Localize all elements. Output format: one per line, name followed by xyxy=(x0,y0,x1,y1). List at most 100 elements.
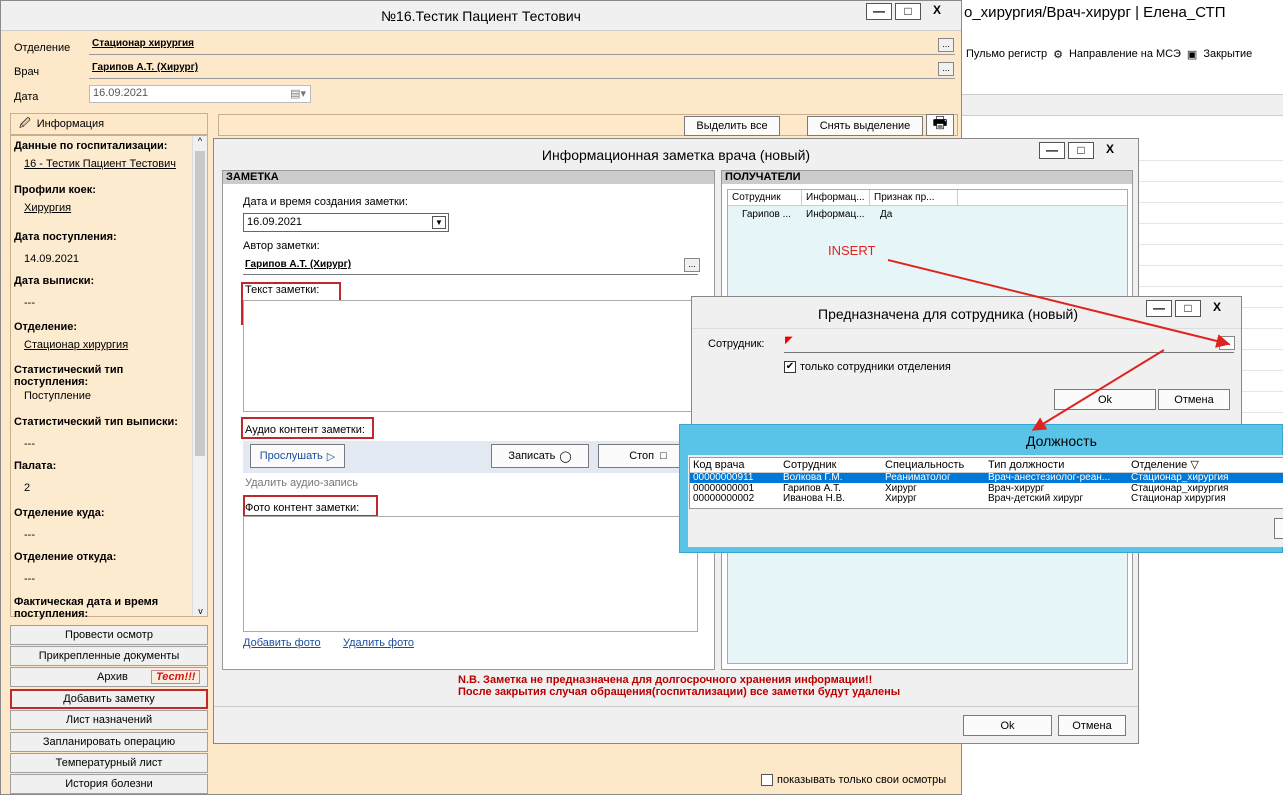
close-button[interactable]: X xyxy=(924,3,950,20)
stop-label: Стоп xyxy=(629,450,655,462)
bg-toolbar-close[interactable]: Закрытие xyxy=(1203,48,1252,60)
add-photo-link[interactable]: Добавить фото xyxy=(243,637,321,649)
scroll-thumb[interactable] xyxy=(195,151,205,456)
date-value: 16.09.2021 xyxy=(93,87,149,99)
nav-button-temperature[interactable]: Температурный лист xyxy=(10,753,208,773)
info-tab[interactable]: 🖉 Информация xyxy=(10,113,208,135)
only-dept-checkbox[interactable]: ✔ xyxy=(784,361,796,373)
row-department: Стационар_хирургия xyxy=(1131,483,1229,494)
info-section-value[interactable]: Хирургия xyxy=(24,202,71,214)
row-employee: Иванова Н.В. xyxy=(783,494,846,503)
info-section-value: 2 xyxy=(24,482,31,494)
employee-cancel-button[interactable]: Отмена xyxy=(1158,389,1230,410)
col-position-type[interactable]: Тип должности xyxy=(985,458,1128,472)
col-doctor-code[interactable]: Код врача xyxy=(690,458,780,472)
minimize-button[interactable]: — xyxy=(866,3,892,20)
doctor-ellipsis-button[interactable]: ... xyxy=(938,62,954,76)
deselect-button[interactable]: Снять выделение xyxy=(807,116,923,136)
info-section-heading: Фактическая дата и время поступления: xyxy=(14,596,159,620)
listen-button[interactable]: Прослушать ▷ xyxy=(250,444,345,468)
bg-toolbar-pulmo[interactable]: Пульмо регистр xyxy=(966,48,1047,60)
audio-label-highlight xyxy=(241,417,374,439)
col-employee[interactable]: Сотрудник xyxy=(780,458,882,472)
position-row[interactable]: 00000000002 Иванова Н.В. Хирург Врач-дет… xyxy=(690,494,1283,503)
note-textarea[interactable] xyxy=(243,300,698,412)
calendar-icon[interactable]: ▤▾ xyxy=(290,87,306,100)
position-partial-button[interactable] xyxy=(1274,518,1283,539)
maximize-button[interactable]: □ xyxy=(895,3,921,20)
date-dropdown-icon[interactable]: ▼ xyxy=(432,216,446,229)
recipients-col-flag[interactable]: Признак пр... xyxy=(870,190,958,205)
info-scrollbar[interactable]: ^ v xyxy=(192,136,207,616)
info-section-value: --- xyxy=(24,438,35,450)
info-section-value[interactable]: 16 - Тестик Пациент Тестович xyxy=(24,158,176,170)
row-department: Стационар_хирургия xyxy=(1131,472,1229,483)
nav-button-add-note[interactable]: Добавить заметку xyxy=(10,689,208,709)
nav-button-archive[interactable]: Архив Тест!!! xyxy=(10,667,208,687)
info-section-heading: Палата: xyxy=(14,460,57,472)
record-button[interactable]: Записать ◯ xyxy=(491,444,589,468)
info-section-heading: Дата поступления: xyxy=(14,231,117,243)
note-cancel-button[interactable]: Отмена xyxy=(1058,715,1126,736)
position-row[interactable]: 00000000911 Волкова Г.М. Реаниматолог Вр… xyxy=(690,472,1283,483)
employee-dialog: Предназначена для сотрудника (новый) — □… xyxy=(691,296,1242,425)
note-dialog-title-bar: Информационная заметка врача (новый) — □… xyxy=(214,139,1138,169)
own-exams-checkbox[interactable] xyxy=(761,774,773,786)
employee-minimize-button[interactable]: — xyxy=(1146,300,1172,317)
col-department-label: Отделение xyxy=(1131,459,1188,472)
nav-button-prescriptions[interactable]: Лист назначений xyxy=(10,710,208,730)
recipient-flag: Да xyxy=(880,209,893,220)
recipients-header-row: Сотрудник Информац... Признак пр... xyxy=(728,190,1127,206)
employee-input[interactable]: ◤ xyxy=(784,335,1234,353)
scroll-up-icon[interactable]: ^ xyxy=(193,136,207,146)
nav-button-history[interactable]: История болезни xyxy=(10,774,208,794)
department-field[interactable]: Стационар хирургия xyxy=(89,37,955,55)
photo-area[interactable] xyxy=(243,516,698,632)
scroll-down-icon[interactable]: v xyxy=(193,606,207,616)
delete-photo-link[interactable]: Удалить фото xyxy=(343,637,414,649)
print-icon[interactable]: 🖶 xyxy=(926,114,954,136)
employee-ellipsis-button[interactable]: ... xyxy=(1219,336,1235,350)
nav-button-documents[interactable]: Прикрепленные документы xyxy=(10,646,208,666)
row-employee: Гарипов А.Т. xyxy=(783,483,841,494)
department-ellipsis-button[interactable]: ... xyxy=(938,38,954,52)
note-maximize-button[interactable]: □ xyxy=(1068,142,1094,159)
record-icon: ◯ xyxy=(559,450,572,463)
author-field[interactable]: Гарипов А.Т. (Хирург) xyxy=(243,257,698,275)
recipients-col-employee[interactable]: Сотрудник xyxy=(728,190,802,205)
note-dialog-title: Информационная заметка врача (новый) xyxy=(541,147,811,163)
employee-close-button[interactable]: X xyxy=(1204,300,1230,317)
note-minimize-button[interactable]: — xyxy=(1039,142,1065,159)
date-field[interactable]: 16.09.2021 ▤▾ xyxy=(89,85,311,103)
author-ellipsis-button[interactable]: ... xyxy=(684,258,700,272)
note-close-button[interactable]: X xyxy=(1097,142,1123,159)
note-date-field[interactable]: 16.09.2021 ▼ xyxy=(243,213,449,232)
patient-title-bar: №16.Тестик Пациент Тестович — □ X xyxy=(1,1,961,31)
field-label-doctor: Врач xyxy=(14,66,40,78)
info-section-value[interactable]: Стационар хирургия xyxy=(24,339,128,351)
only-dept-row[interactable]: ✔ только сотрудники отделения xyxy=(784,361,951,373)
employee-ok-button[interactable]: Ok xyxy=(1054,389,1156,410)
recipients-row[interactable]: Гарипов ... Информац... Да xyxy=(728,207,1127,223)
mse-icon: ⚙ xyxy=(1053,48,1063,61)
stop-icon: □ xyxy=(660,450,667,462)
col-department[interactable]: Отделение ▽ xyxy=(1128,458,1283,472)
row-type: Врач-анестезиолог-реан... xyxy=(988,472,1111,483)
recipients-col-info[interactable]: Информац... xyxy=(802,190,870,205)
own-exams-checkbox-row[interactable]: показывать только свои осмотры xyxy=(761,774,946,786)
filter-icon[interactable]: ▽ xyxy=(1190,459,1198,471)
info-section-heading: Данные по госпитализации: xyxy=(14,140,168,152)
position-grid[interactable]: Код врача Сотрудник Специальность Тип до… xyxy=(689,457,1283,509)
doctor-field[interactable]: Гарипов А.Т. (Хирург) xyxy=(89,61,955,79)
position-row[interactable]: 00000000001 Гарипов А.Т. Хирург Врач-хир… xyxy=(690,483,1283,494)
select-all-button[interactable]: Выделить все xyxy=(684,116,780,136)
bg-toolbar-mse[interactable]: Направление на МСЭ xyxy=(1069,48,1181,60)
delete-audio-link[interactable]: Удалить аудио-запись xyxy=(245,477,358,489)
note-ok-button[interactable]: Ok xyxy=(963,715,1052,736)
nav-button-plan-operation[interactable]: Запланировать операцию xyxy=(10,732,208,752)
position-dialog-body: Код врача Сотрудник Специальность Тип до… xyxy=(688,455,1283,547)
nav-button-examine[interactable]: Провести осмотр xyxy=(10,625,208,645)
col-specialty[interactable]: Специальность xyxy=(882,458,985,472)
info-section-value: --- xyxy=(24,529,35,541)
employee-maximize-button[interactable]: □ xyxy=(1175,300,1201,317)
